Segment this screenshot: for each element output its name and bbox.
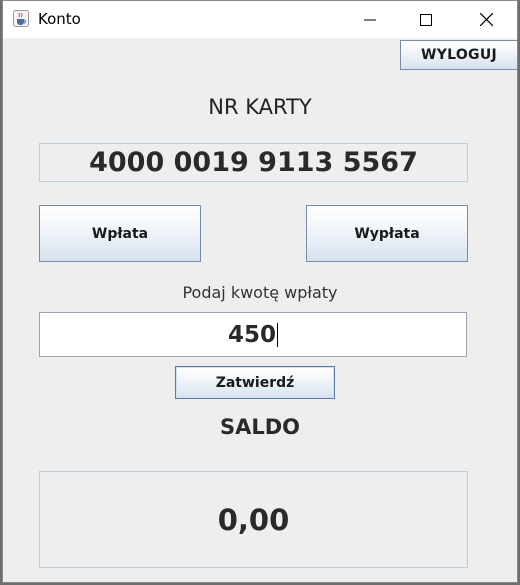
close-icon	[479, 13, 493, 26]
account-panel: WYLOGUJ NR KARTY 4000 0019 9113 5567 Wpł…	[3, 38, 518, 584]
minimize-button[interactable]	[347, 1, 393, 38]
title-bar[interactable]: Konto	[3, 1, 517, 38]
maximize-icon	[420, 13, 432, 26]
text-caret	[277, 322, 278, 347]
amount-prompt: Podaj kwotę wpłaty	[182, 283, 338, 302]
balance-label: SALDO	[219, 415, 301, 439]
minimize-icon	[364, 19, 376, 20]
logout-button[interactable]: WYLOGUJ	[400, 40, 518, 70]
amount-input[interactable]: 450	[39, 312, 467, 357]
java-cup-icon	[13, 10, 29, 27]
app-window: Konto WYLOGUJ NR KARTY 4000 0019 9113 55…	[2, 0, 518, 583]
amount-input-value: 450	[227, 321, 276, 348]
close-button[interactable]	[463, 1, 509, 38]
withdraw-button[interactable]: Wypłata	[306, 205, 468, 262]
card-number-display: 4000 0019 9113 5567	[39, 143, 468, 182]
window-title: Konto	[38, 10, 81, 28]
confirm-button[interactable]: Zatwierdź	[175, 366, 335, 399]
deposit-button[interactable]: Wpłata	[39, 205, 201, 262]
balance-display: 0,00	[39, 471, 468, 568]
maximize-button[interactable]	[403, 1, 449, 38]
card-number-label: NR KARTY	[208, 95, 312, 119]
